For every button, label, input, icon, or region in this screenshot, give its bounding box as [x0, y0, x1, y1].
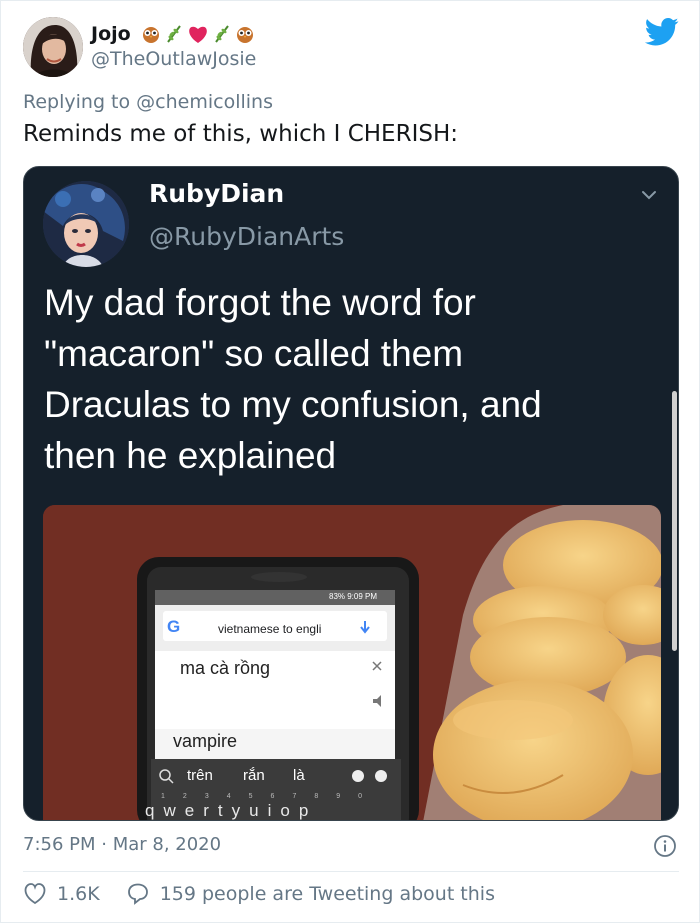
herb-icon-2	[214, 25, 229, 43]
author-name-text[interactable]: Jojo	[91, 23, 131, 45]
num-key: 8	[314, 793, 319, 800]
name-emojis	[141, 24, 255, 44]
tweet-timestamp[interactable]: 7:56 PM · Mar 8, 2020	[23, 834, 221, 855]
chevron-down-icon[interactable]	[639, 185, 659, 205]
tweet-text: Reminds me of this, which I CHERISH:	[23, 121, 459, 147]
herb-icon	[166, 25, 181, 43]
quoted-text-line: then he explained	[44, 435, 337, 476]
heart-emoji-icon	[188, 26, 207, 43]
phone-status-bar: 83% 9:09 PM	[329, 592, 378, 601]
key: t	[217, 801, 223, 820]
quoted-text-line: "macaron" so called them	[44, 333, 464, 374]
num-key: 3	[204, 793, 209, 800]
quoted-author-handle[interactable]: @RubyDianArts	[149, 222, 344, 251]
phone-input-text: ma cà rồng	[180, 658, 271, 678]
quoted-author-name[interactable]: RubyDian	[149, 179, 284, 208]
num-key: 5	[248, 793, 253, 800]
replying-prefix: Replying to	[23, 91, 131, 113]
phone-keyboard-row: q w e r t y u i o p	[145, 801, 309, 820]
key: e	[184, 801, 195, 820]
num-key: 2	[182, 793, 187, 800]
num-key: 1	[161, 793, 165, 800]
quoted-text: My dad forgot the word for "macaron" so …	[44, 277, 654, 481]
info-icon[interactable]	[653, 834, 677, 858]
tweet-actions: 1.6K 159 people are Tweeting about this	[23, 883, 495, 905]
quoted-avatar[interactable]	[43, 181, 129, 267]
tweeting-about-action[interactable]: 159 people are Tweeting about this	[126, 883, 495, 905]
quoted-text-line: My dad forgot the word for	[44, 282, 476, 323]
owl-icon	[142, 27, 159, 43]
svg-text:G: G	[167, 617, 180, 636]
tweeting-about-text: 159 people are Tweeting about this	[159, 883, 495, 905]
num-key: 0	[358, 793, 363, 800]
like-action[interactable]: 1.6K	[23, 883, 100, 905]
quoted-tweet[interactable]: RubyDian @RubyDianArts My dad forgot the…	[23, 166, 679, 821]
author-name[interactable]: Jojo	[91, 23, 255, 45]
owl-icon-2	[236, 27, 253, 43]
key: r	[203, 801, 209, 820]
num-key: 6	[270, 793, 275, 800]
phone-translation: vampire	[173, 731, 238, 751]
quoted-photo[interactable]: G 83% 9:09 PM vietnamese to engli ma cà …	[43, 505, 661, 820]
reply-mention-link[interactable]: @chemicollins	[136, 91, 273, 113]
divider	[23, 871, 679, 872]
num-key: 4	[226, 793, 231, 800]
author-handle[interactable]: @TheOutlawJosie	[91, 48, 256, 70]
phone-number-row: 1 2 3 4 5 6 7 8 9 0	[161, 793, 362, 800]
author-avatar[interactable]	[23, 17, 83, 77]
num-key: 9	[336, 793, 341, 800]
phone-suggestion: là	[293, 767, 305, 784]
phone-search-query: vietnamese to engli	[218, 622, 322, 636]
key: p	[298, 801, 309, 820]
heart-icon[interactable]	[23, 883, 47, 905]
replying-to: Replying to @chemicollins	[23, 91, 273, 113]
tweet-card: Jojo @TheOutlawJosie Replying to @chemic…	[0, 0, 700, 923]
comment-icon[interactable]	[126, 883, 150, 905]
twitter-bird-icon[interactable]	[645, 17, 679, 47]
quoted-text-line: Draculas to my confusion, and	[44, 384, 542, 425]
phone-suggestion: trên	[187, 767, 213, 784]
key: y	[231, 801, 241, 820]
like-count: 1.6K	[57, 883, 100, 905]
key: q	[145, 801, 155, 820]
key: o	[280, 801, 290, 820]
scrollbar[interactable]	[672, 391, 677, 651]
key: w	[163, 801, 176, 820]
phone-suggestion: rắn	[243, 767, 265, 784]
key: u	[249, 801, 259, 820]
key: i	[267, 801, 272, 820]
num-key: 7	[292, 793, 297, 800]
